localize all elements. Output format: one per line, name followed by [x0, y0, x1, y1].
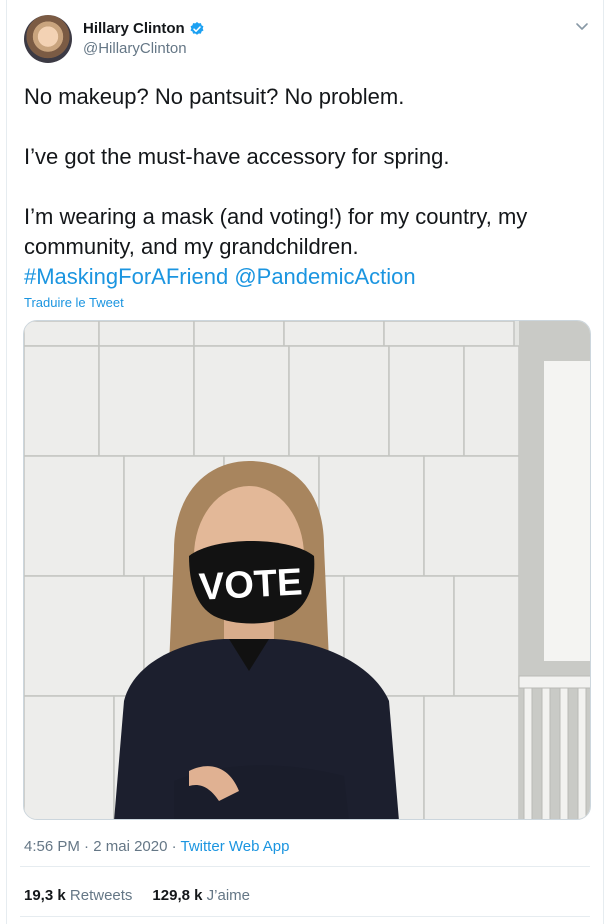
meta-separator: · — [171, 838, 177, 855]
author-handle[interactable]: @HillaryClinton — [83, 40, 187, 57]
verified-badge-icon — [189, 21, 205, 37]
likes-count: 129,8 k — [152, 887, 203, 904]
likes-stat[interactable]: 129,8 k J’aime — [152, 887, 250, 904]
author-name[interactable]: Hillary Clinton — [83, 20, 185, 37]
tweet-tags: #MaskingForAFriend @PandemicAction — [24, 262, 584, 292]
avatar[interactable] — [24, 15, 72, 63]
retweets-stat[interactable]: 19,3 k Retweets — [24, 887, 132, 904]
tweet-time[interactable]: 4:56 PM — [24, 838, 80, 855]
tweet-stats: 19,3 k Retweets 129,8 k J’aime — [24, 887, 250, 904]
author-name-row[interactable]: Hillary Clinton — [83, 20, 205, 37]
mask-text: VOTE — [198, 561, 304, 608]
tweet-photo[interactable]: VOTE — [23, 320, 591, 820]
tweet-line: I’ve got the must-have accessory for spr… — [24, 144, 450, 169]
tweet-line: I’m wearing a mask (and voting!) for my … — [24, 204, 528, 259]
retweets-count: 19,3 k — [24, 887, 66, 904]
tweet-date[interactable]: 2 mai 2020 — [93, 838, 167, 855]
meta-separator: · — [84, 838, 90, 855]
mention-link[interactable]: @PandemicAction — [234, 264, 415, 289]
divider — [20, 866, 590, 867]
tweet-text: No makeup? No pantsuit? No problem. I’ve… — [24, 82, 584, 292]
tweet-line: No makeup? No pantsuit? No problem. — [24, 84, 405, 109]
divider — [20, 916, 590, 917]
tweet-source-link[interactable]: Twitter Web App — [181, 838, 290, 855]
retweets-label: Retweets — [69, 887, 133, 904]
likes-label: J’aime — [206, 887, 250, 904]
chevron-down-icon[interactable] — [574, 18, 590, 34]
hashtag-link[interactable]: #MaskingForAFriend — [24, 264, 228, 289]
tweet-meta: 4:56 PM · 2 mai 2020 · Twitter Web App — [24, 838, 289, 855]
translate-tweet-link[interactable]: Traduire le Tweet — [24, 295, 124, 310]
mask-photo: VOTE — [24, 321, 590, 819]
